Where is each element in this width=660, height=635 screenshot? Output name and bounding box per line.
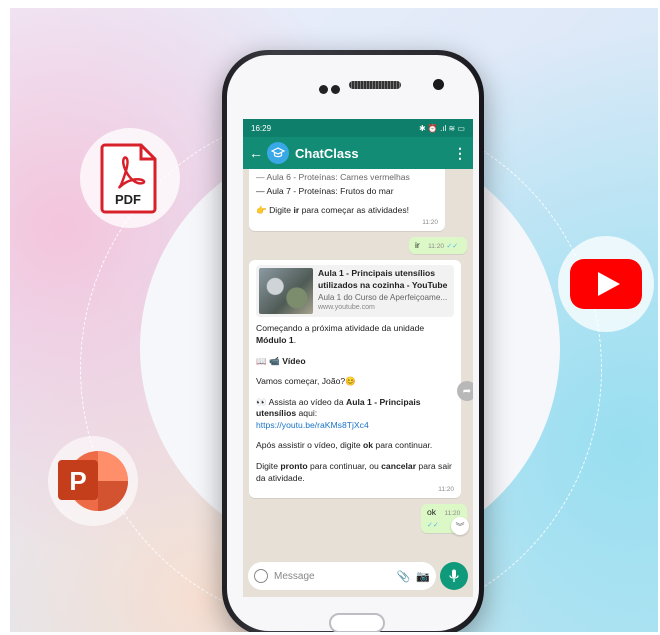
scroll-down-icon[interactable]: ︾	[451, 517, 469, 535]
speaker-grill	[349, 81, 401, 89]
book-camera-emoji: 📖 📹	[256, 355, 280, 366]
smile-emoji: 😊	[345, 376, 356, 387]
pdf-file-icon: PDF	[100, 143, 157, 214]
powerpoint-badge: P	[48, 436, 138, 526]
message-paragraph: Após assistir o vídeo, digite ok para co…	[256, 440, 454, 452]
message-paragraph: Digite pronto para continuar, ou cancela…	[256, 461, 454, 484]
bold-text: cancelar	[381, 461, 417, 472]
video-link[interactable]: https://youtu.be/raKMs8TjXc4	[256, 420, 369, 430]
ppt-label: P	[69, 466, 86, 496]
avatar[interactable]	[267, 142, 289, 164]
incoming-message: Aula 1 - Principais utensílios utilizado…	[249, 260, 461, 499]
message-paragraph: Vamos começar, João?😊	[256, 376, 454, 388]
bold-text: Módulo 1	[256, 334, 294, 345]
front-camera	[433, 79, 444, 90]
outgoing-message: ir 11:20 ✓✓	[409, 236, 467, 255]
link-preview-text: Aula 1 - Principais utensílios utilizado…	[313, 268, 451, 314]
link-preview[interactable]: Aula 1 - Principais utensílios utilizado…	[256, 265, 454, 318]
overflow-menu-icon[interactable]: ⋮	[453, 145, 467, 162]
sensor-dots	[319, 81, 347, 94]
composer: Message 📎 📷	[243, 561, 473, 591]
phone-body: 16:29 ✱ ⏰ .ıl ≋ ▭ ← ChatClass ⋮ — Aula 6…	[227, 55, 479, 632]
youtube-badge	[558, 236, 654, 332]
status-time: 16:29	[251, 123, 272, 133]
phone-screen: 16:29 ✱ ⏰ .ıl ≋ ▭ ← ChatClass ⋮ — Aula 6…	[243, 119, 473, 597]
pdf-label: PDF	[115, 192, 141, 207]
message-line: 👉 Digite ir para começar as atividades!	[256, 205, 438, 217]
video-thumbnail	[259, 268, 313, 315]
message-placeholder: Message	[274, 570, 315, 582]
message-time: 11:20	[428, 242, 444, 250]
background-stage: PDF P 16:29 ✱ ⏰ .ıl ≋ ▭ ← ChatClass ⋮ — …	[10, 8, 658, 632]
preview-title: Aula 1 - Principais utensílios utilizado…	[318, 268, 448, 290]
status-bar: 16:29 ✱ ⏰ .ıl ≋ ▭	[243, 119, 473, 137]
camera-icon[interactable]: 📷	[416, 570, 430, 583]
text-span: Digite	[269, 205, 294, 216]
message-paragraph: 👀 Assista ao vídeo da Aula 1 - Principai…	[256, 397, 454, 432]
message-line: — Aula 6 - Proteínas: Carnes vermelhas	[256, 172, 410, 182]
message-text: ok	[427, 507, 437, 518]
message-text: ir	[415, 239, 420, 250]
home-button[interactable]	[329, 613, 385, 632]
bold-text: Vídeo	[282, 355, 306, 366]
eyes-emoji: 👀	[256, 396, 267, 407]
pdf-badge: PDF	[80, 128, 180, 228]
preview-url: www.youtube.com	[318, 303, 375, 311]
text-span: Digite	[256, 461, 281, 472]
smartphone-frame: 16:29 ✱ ⏰ .ıl ≋ ▭ ← ChatClass ⋮ — Aula 6…	[222, 50, 484, 632]
message-time: 11:20	[422, 218, 438, 226]
message-line: — Aula 7 - Proteínas: Frutos do mar	[256, 185, 394, 196]
preview-subtitle: Aula 1 do Curso de Aperfeiçoame...	[318, 292, 448, 302]
text-span: para continuar.	[373, 440, 433, 451]
forward-icon[interactable]: ➦	[457, 381, 473, 401]
incoming-message: — Aula 6 - Proteínas: Carnes vermelhas —…	[249, 169, 445, 231]
text-span: para começar as atividades!	[299, 205, 410, 216]
chat-area[interactable]: — Aula 6 - Proteínas: Carnes vermelhas —…	[243, 169, 473, 557]
powerpoint-logo-icon: P	[58, 451, 128, 511]
message-time: 11:20	[444, 510, 461, 518]
pointing-hand-emoji: 👉	[256, 205, 267, 216]
back-arrow-icon[interactable]: ←	[249, 145, 263, 161]
message-time: 11:20	[438, 486, 454, 494]
text-span: Assista ao vídeo da	[266, 396, 347, 407]
text-span: aqui:	[296, 408, 318, 419]
bold-text: pronto	[280, 461, 308, 472]
read-ticks-icon: ✓✓	[446, 242, 459, 250]
emoji-icon[interactable]	[254, 569, 268, 583]
text-span: Após assistir o vídeo, digite	[256, 440, 363, 451]
attach-icon[interactable]: 📎	[397, 570, 411, 583]
chat-header: ← ChatClass ⋮	[243, 137, 473, 169]
chat-title[interactable]: ChatClass	[295, 146, 453, 161]
read-ticks-icon: ✓✓	[427, 521, 439, 529]
text-span: .	[293, 334, 297, 345]
graduation-cap-icon	[271, 147, 285, 158]
message-paragraph: 📖 📹 Vídeo	[256, 356, 454, 368]
bold-text: ok	[363, 440, 374, 451]
message-paragraph: Começando a próxima atividade da unidade…	[256, 323, 454, 346]
microphone-icon	[449, 569, 459, 582]
message-input[interactable]: Message 📎 📷	[248, 562, 436, 590]
text-span: Começando a próxima atividade da unidade	[256, 323, 425, 334]
text-span: Vamos começar, João?	[256, 376, 346, 387]
text-span: para continuar, ou	[307, 461, 382, 472]
microphone-button[interactable]	[440, 562, 468, 590]
status-icons: ✱ ⏰ .ıl ≋ ▭	[418, 123, 465, 133]
youtube-logo-icon	[570, 259, 642, 309]
